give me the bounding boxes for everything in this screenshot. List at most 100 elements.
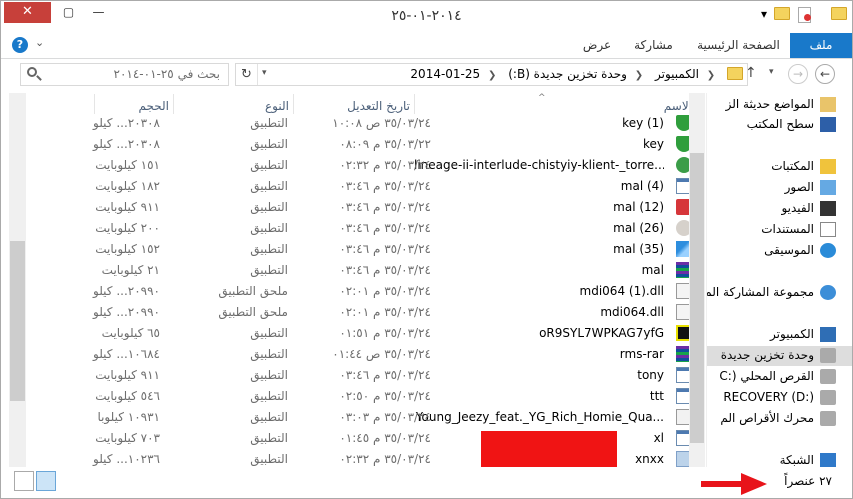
file-size: ١٥١ كيلوبايت — [95, 158, 160, 172]
table-row[interactable]: mal (12) ٣٥/٠٣/٢٤ م ٠٣:٤٦ التطبيق ٩١١ كيلوب… — [27, 197, 702, 218]
forward-button[interactable]: → — [788, 64, 808, 84]
file-name[interactable]: Young_Jeezy_feat._YG_Rich_Homie_Qua... — [414, 410, 664, 424]
help-icon[interactable]: ? — [12, 37, 28, 53]
file-name[interactable]: ttt — [414, 389, 664, 403]
breadcrumb-separator-icon[interactable]: ❮ — [635, 70, 643, 81]
address-bar[interactable]: ↻ ▾ ❮ الكمبيوتر ❮ وحدة تخزين جديدة (B:) … — [235, 63, 748, 86]
sort-caret-icon: ^ — [538, 93, 546, 103]
file-type: التطبيق — [250, 431, 288, 445]
refresh-icon[interactable]: ↻ — [236, 64, 258, 85]
recent-locations-icon[interactable]: ▾ — [769, 67, 774, 77]
left-scrollbar[interactable] — [9, 93, 26, 467]
file-size: ١٠٩٣١ كيلوبا — [97, 410, 160, 424]
nav-item[interactable]: مجموعة المشاركة الم — [707, 283, 852, 303]
table-row[interactable]: key (1) ٣٥/٠٣/٢٤ ص ١٠:٠٨ التطبيق ٢٠٣٠٨... ك… — [27, 113, 702, 134]
back-button[interactable]: ← — [815, 64, 835, 84]
nav-item[interactable]: RECOVERY (D:) — [707, 388, 852, 408]
breadcrumb-drive[interactable]: وحدة تخزين جديدة (B:) — [508, 67, 627, 81]
net-icon — [820, 453, 836, 467]
table-row[interactable]: mal (4) ٣٥/٠٣/٢٤ م ٠٣:٤٦ التطبيق ١٨٢ كيلوبا… — [27, 176, 702, 197]
file-name[interactable]: key — [414, 137, 664, 151]
file-name[interactable]: mal (4) — [414, 179, 664, 193]
breadcrumb-separator-icon[interactable]: ❮ — [707, 70, 715, 81]
nav-item[interactable]: المكتبات — [707, 157, 852, 177]
up-arrow-icon[interactable]: ↑ — [745, 65, 757, 81]
breadcrumb-separator-icon[interactable]: ❮ — [488, 70, 496, 81]
nav-item[interactable]: المواضع حديثة الز — [707, 95, 852, 115]
file-date: ٣٥/٠٣/٢٤ م ٠٢:٣٢ — [339, 158, 431, 172]
file-date: ٣٥/٠٣/٢٤ م ٠٣:٤٦ — [339, 179, 431, 193]
nav-item[interactable]: وحدة تخزين جديدة — [707, 346, 852, 366]
file-name[interactable]: rms-rar — [414, 347, 664, 361]
file-name[interactable]: mal — [414, 263, 664, 277]
nav-item[interactable]: الموسيقى — [707, 241, 852, 261]
nav-item[interactable]: الشبكة — [707, 451, 852, 467]
nav-item[interactable]: الفيديو — [707, 199, 852, 219]
table-row[interactable]: mdi064 (1).dll ٣٥/٠٣/٢٤ م ٠٢:٠١ ملحق التطب… — [27, 281, 702, 302]
file-size: ٩١١ كيلوبايت — [95, 200, 160, 214]
column-date[interactable]: تاريخ التعديل — [297, 99, 410, 113]
nav-item[interactable]: القرص المحلي (:C — [707, 367, 852, 387]
table-row[interactable]: key ٣٥/٠٣/٢٢ م ٠٨:٠٩ التطبيق ٢٠٣٠٨... كيلو — [27, 134, 702, 155]
content-scrollbar[interactable] — [689, 93, 705, 467]
table-row[interactable]: rms-rar ٣٥/٠٣/٢٤ ص ٠١:٤٤ التطبيق ١٠٦٨٤... ك… — [27, 344, 702, 365]
qat-dropdown-icon[interactable]: ▾ — [761, 7, 767, 27]
file-size: ١٥٢ كيلوبايت — [95, 242, 160, 256]
docs-icon — [820, 222, 836, 237]
tab-view[interactable]: عرض — [572, 33, 622, 58]
table-row[interactable]: mal (35) ٣٥/٠٣/٢٤ م ٠٣:٤٦ التطبيق ١٥٢ كيلوب… — [27, 239, 702, 260]
large-icons-view-icon[interactable] — [14, 471, 34, 491]
tab-file[interactable]: ملف — [790, 33, 852, 58]
file-date: ٣٥/٠٣/٢٤ م ٠٣:٠٣ — [339, 410, 431, 424]
file-type: التطبيق — [250, 221, 288, 235]
column-size[interactable]: الحجم — [87, 99, 169, 113]
file-type: التطبيق — [250, 179, 288, 193]
nav-item[interactable]: سطح المكتب — [707, 115, 852, 135]
table-row[interactable]: lineage-ii-interlude-chistyiy-klient-_to… — [27, 155, 702, 176]
breadcrumb-folder[interactable]: 2014-01-25 — [410, 67, 480, 81]
search-input[interactable]: بحث في ٢٥-٠١-٢٠١٤ — [114, 67, 221, 81]
file-name[interactable]: mdi064.dll — [414, 305, 664, 319]
tab-share[interactable]: مشاركة — [626, 33, 681, 58]
column-divider[interactable] — [414, 94, 415, 114]
table-row[interactable]: mal ٣٥/٠٣/٢٤ م ٠٣:٤٦ التطبيق ٢١ كيلوبايت — [27, 260, 702, 281]
column-name[interactable]: الاسم — [617, 99, 692, 113]
file-size: ١٨٢ كيلوبايت — [95, 179, 160, 193]
column-divider[interactable] — [94, 94, 95, 114]
file-name[interactable]: key (1) — [414, 116, 664, 130]
column-divider[interactable] — [293, 94, 294, 114]
file-name[interactable]: mal (12) — [414, 200, 664, 214]
qat-properties-icon[interactable] — [798, 7, 811, 27]
breadcrumb-computer[interactable]: الكمبيوتر — [655, 67, 699, 81]
nav-item[interactable]: المستندات — [707, 220, 852, 240]
table-row[interactable]: ttt ٣٥/٠٣/٢٤ م ٠٢:٥٠ التطبيق ٥٤٦ كيلوبايت — [27, 386, 702, 407]
file-name[interactable]: lineage-ii-interlude-chistyiy-klient-_to… — [414, 158, 664, 172]
qat-folder-icon[interactable] — [774, 7, 790, 27]
file-name[interactable]: mal (35) — [414, 242, 664, 256]
nav-item[interactable]: محرك الأقراص الم — [707, 409, 852, 429]
search-icon[interactable] — [27, 67, 37, 77]
nav-item-label: المكتبات — [771, 159, 814, 173]
scrollbar-thumb[interactable] — [10, 241, 25, 401]
details-view-icon[interactable] — [36, 471, 56, 491]
table-row[interactable]: mal (26) ٣٥/٠٣/٢٤ م ٠٣:٤٦ التطبيق ٢٠٠ كيلوب… — [27, 218, 702, 239]
drive-icon — [820, 411, 836, 426]
column-type[interactable]: النوع — [197, 99, 289, 113]
file-name[interactable]: mal (26) — [414, 221, 664, 235]
nav-item[interactable]: الصور — [707, 178, 852, 198]
table-row[interactable]: mdi064.dll ٣٥/٠٣/٢٤ م ٠٢:٠١ ملحق التطبيق ٢٠… — [27, 302, 702, 323]
column-divider[interactable] — [173, 94, 174, 114]
nav-item[interactable]: الكمبيوتر — [707, 325, 852, 345]
table-row[interactable]: tony ٣٥/٠٣/٢٤ م ٠٣:٤٦ التطبيق ٩١١ كيلوبايت — [27, 365, 702, 386]
tab-home[interactable]: الصفحة الرئيسية — [691, 33, 786, 58]
file-name[interactable]: tony — [414, 368, 664, 382]
expand-ribbon-icon[interactable]: ⌄ — [35, 36, 44, 49]
address-dropdown-icon[interactable]: ▾ — [262, 68, 267, 78]
table-row[interactable]: Young_Jeezy_feat._YG_Rich_Homie_Qua... ٣٥… — [27, 407, 702, 428]
content-scrollbar-thumb[interactable] — [690, 153, 704, 443]
table-row[interactable]: oR9SYL7WPKAG7yfG ٣٥/٠٣/٢٤ م ٠١:٥١ التطبيق ٦… — [27, 323, 702, 344]
file-type: التطبيق — [250, 389, 288, 403]
file-name[interactable]: oR9SYL7WPKAG7yfG — [414, 326, 664, 340]
file-name[interactable]: mdi064 (1).dll — [414, 284, 664, 298]
search-box[interactable]: بحث في ٢٥-٠١-٢٠١٤ — [20, 63, 229, 86]
